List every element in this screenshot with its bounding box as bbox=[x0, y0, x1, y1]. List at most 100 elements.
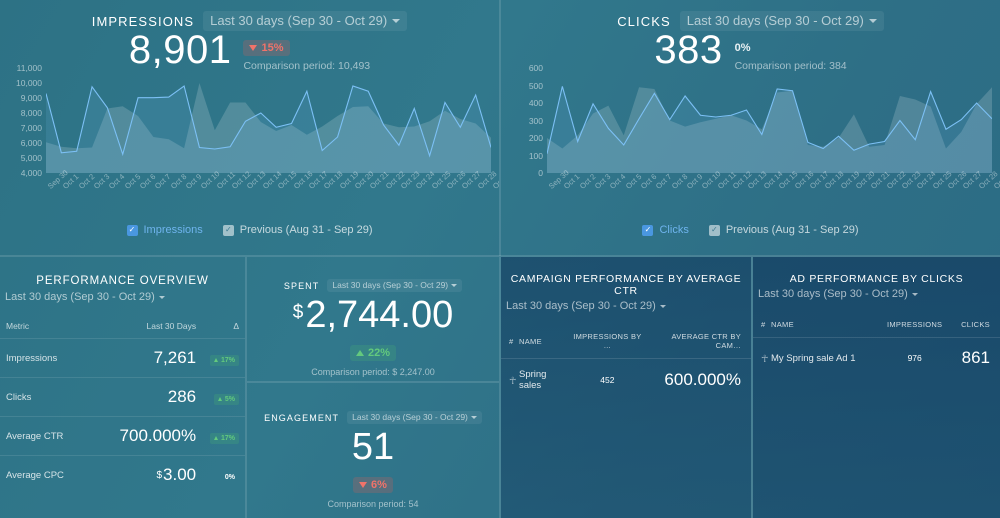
spent-header: SPENT Last 30 days (Sep 30 - Oct 29) bbox=[247, 279, 499, 292]
metric-name: Average CTR bbox=[0, 416, 90, 456]
engagement-title: ENGAGEMENT bbox=[264, 412, 340, 423]
campaign-performance-subtitle: Last 30 days (Sep 30 - Oct 29) bbox=[501, 299, 751, 314]
y-tick-label: 100 bbox=[528, 150, 543, 161]
y-tick-label: 10,000 bbox=[16, 78, 42, 88]
metric-name: Impressions bbox=[0, 338, 90, 378]
col-last30: Last 30 Days bbox=[146, 321, 197, 331]
impressions-legend: ✓ Impressions ✓ Previous (Aug 31 - Sep 29) bbox=[0, 224, 499, 236]
impressions-x-axis: Sep 30 Oct 1 Oct 2 Oct 3 Oct 4 Oct 5 Oct 6 Oct … bbox=[46, 168, 499, 218]
table-header-row: # NAME IMPRESSIONS CLICKS bbox=[753, 320, 1000, 338]
campaign-performance-panel: CAMPAIGN PERFORMANCE BY AVERAGE CTR Last… bbox=[501, 257, 751, 518]
legend-item[interactable]: ✓ Previous (Aug 31 - Sep 29) bbox=[708, 224, 859, 236]
table-row: Average CPC $3.00 0% bbox=[0, 455, 245, 494]
spent-date-range-selector[interactable]: Last 30 days (Sep 30 - Oct 29) bbox=[327, 279, 463, 292]
col-metric: Metric bbox=[6, 321, 30, 331]
performance-overview-date-range-selector[interactable]: Last 30 days (Sep 30 - Oct 29) bbox=[0, 290, 245, 305]
delta-badge: 5% bbox=[213, 393, 239, 405]
spent-value: 2,744.00 bbox=[305, 294, 454, 336]
rank-cell: ☥ bbox=[753, 337, 771, 378]
clicks-value: 383 bbox=[654, 28, 723, 72]
clicks-title: CLICKS bbox=[617, 13, 671, 29]
chevron-down-icon bbox=[392, 18, 401, 23]
metric-delta: 17% bbox=[196, 338, 245, 378]
ad-performance-title: AD PERFORMANCE BY CLICKS bbox=[789, 273, 964, 285]
checkbox-icon[interactable]: ✓ bbox=[642, 224, 654, 236]
legend-item-label: Previous (Aug 31 - Sep 29) bbox=[725, 224, 859, 236]
row-name: Spring sales bbox=[519, 358, 570, 401]
impressions-delta-value: 15% bbox=[261, 42, 284, 54]
clicks-panel: CLICKS Last 30 days (Sep 30 - Oct 29) 38… bbox=[501, 0, 1000, 255]
table-row: Clicks 286 5% bbox=[0, 377, 245, 417]
y-tick-label: 400 bbox=[528, 98, 543, 108]
engagement-header: ENGAGEMENT Last 30 days (Sep 30 - Oct 29… bbox=[247, 411, 499, 424]
table-row[interactable]: ☥ My Spring sale Ad 1 976 861 bbox=[753, 337, 1000, 378]
engagement-panel: ENGAGEMENT Last 30 days (Sep 30 - Oct 29… bbox=[247, 383, 499, 518]
y-tick-label: 4,000 bbox=[20, 168, 42, 178]
impressions-delta-block: 15% Comparison period: 10,493 bbox=[243, 29, 370, 72]
impressions-header: IMPRESSIONS Last 30 days (Sep 30 - Oct 2… bbox=[0, 0, 499, 31]
metric-delta: 5% bbox=[196, 377, 245, 417]
clicks-date-range-label: Last 30 days (Sep 30 - Oct 29) bbox=[686, 13, 864, 28]
ad-date-range-selector[interactable]: Last 30 days (Sep 30 - Oct 29) bbox=[753, 287, 1000, 302]
col-name: NAME bbox=[771, 320, 794, 329]
row-avg-ctr: 600.000% bbox=[645, 358, 751, 401]
legend-item-label: Clicks bbox=[659, 224, 689, 236]
row-clicks: 861 bbox=[950, 337, 1000, 378]
impressions-value-row: 8,901 15% Comparison period: 10,493 bbox=[0, 28, 499, 72]
metric-value: $3.00 bbox=[89, 455, 197, 494]
delta-value: 0% bbox=[224, 474, 235, 481]
chevron-down-icon bbox=[470, 415, 477, 419]
triangle-up-icon bbox=[213, 436, 218, 440]
y-tick-label: 11,000 bbox=[16, 63, 42, 73]
y-tick-label: 8,000 bbox=[20, 108, 42, 118]
engagement-delta-block: 6% bbox=[247, 475, 499, 493]
checkbox-icon[interactable]: ✓ bbox=[222, 224, 234, 236]
clicks-chart: 0 100 200 300 400 500 600 bbox=[501, 63, 1000, 186]
clicks-delta-value: 0% bbox=[734, 42, 751, 54]
delta-badge: 17% bbox=[209, 354, 239, 366]
y-tick-label: 600 bbox=[528, 63, 543, 73]
performance-overview-subtitle: Last 30 days (Sep 30 - Oct 29) bbox=[0, 290, 245, 305]
campaign-performance-title: CAMPAIGN PERFORMANCE BY AVERAGE CTR bbox=[510, 273, 742, 297]
table-header-row: # NAME IMPRESSIONS BY … AVERAGE CTR BY C… bbox=[501, 332, 751, 359]
checkbox-icon[interactable]: ✓ bbox=[126, 224, 138, 236]
engagement-date-range-selector[interactable]: Last 30 days (Sep 30 - Oct 29) bbox=[347, 411, 482, 424]
triangle-down-icon bbox=[249, 45, 258, 51]
legend-item-label: Impressions bbox=[143, 224, 203, 236]
rank-cell: ☥ bbox=[501, 358, 519, 401]
triangle-up-icon bbox=[355, 349, 364, 356]
delta-value: 5% bbox=[224, 395, 235, 403]
performance-overview-table: Metric Last 30 Days Δ Impressions 7,261 17… bbox=[0, 321, 245, 494]
legend-item[interactable]: ✓ Clicks bbox=[642, 224, 689, 236]
metric-delta: 17% bbox=[196, 416, 245, 456]
performance-overview-date-range-label: Last 30 days (Sep 30 - Oct 29) bbox=[5, 291, 155, 303]
currency-symbol: $ bbox=[156, 470, 163, 481]
spent-title: SPENT bbox=[283, 280, 320, 291]
engagement-delta-badge: 6% bbox=[353, 476, 393, 493]
spent-value-row: $2,744.00 bbox=[247, 294, 499, 336]
triangle-down-icon bbox=[359, 481, 368, 488]
metric-name: Clicks bbox=[0, 377, 90, 417]
delta-value: 17% bbox=[220, 434, 235, 442]
legend-item[interactable]: ✓ Previous (Aug 31 - Sep 29) bbox=[222, 224, 372, 236]
triangle-up-icon bbox=[213, 358, 218, 362]
impressions-chart: 4,000 5,000 6,000 7,000 8,000 9,000 10,000 11,0… bbox=[0, 63, 499, 186]
y-tick-label: 6,000 bbox=[20, 138, 42, 148]
spent-date-range-label: Last 30 days (Sep 30 - Oct 29) bbox=[332, 280, 449, 290]
ad-performance-table: # NAME IMPRESSIONS CLICKS ☥ My Spring sal… bbox=[753, 320, 1000, 378]
impressions-date-range-selector[interactable]: Last 30 days (Sep 30 - Oct 29) bbox=[203, 11, 408, 31]
impressions-panel: IMPRESSIONS Last 30 days (Sep 30 - Oct 2… bbox=[0, 0, 499, 255]
dashboard-root: IMPRESSIONS Last 30 days (Sep 30 - Oct 2… bbox=[0, 0, 1000, 518]
campaign-date-range-selector[interactable]: Last 30 days (Sep 30 - Oct 29) bbox=[501, 299, 751, 314]
table-row: Impressions 7,261 17% bbox=[0, 338, 245, 378]
checkbox-icon[interactable]: ✓ bbox=[708, 224, 720, 236]
table-row[interactable]: ☥ Spring sales 452 600.000% bbox=[501, 358, 751, 401]
engagement-comparison: Comparison period: 54 bbox=[327, 498, 419, 509]
impressions-line-svg bbox=[46, 83, 491, 173]
legend-item[interactable]: ✓ Impressions bbox=[126, 224, 203, 236]
impressions-plot-area bbox=[46, 68, 491, 173]
y-tick-label: 500 bbox=[528, 80, 543, 91]
triangle-up-icon bbox=[217, 397, 222, 401]
col-impressions: IMPRESSIONS bbox=[886, 320, 943, 329]
clicks-y-axis: 0 100 200 300 400 500 600 bbox=[505, 63, 543, 178]
